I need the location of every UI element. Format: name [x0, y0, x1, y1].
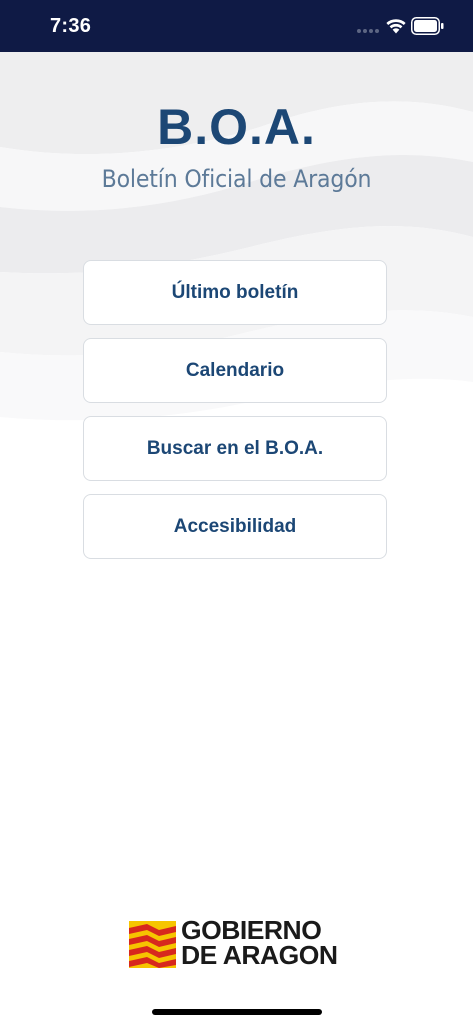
app-screen: 7:36 B.O.A. Boletín Oficial de Aragón Úl… — [0, 0, 473, 1024]
calendar-button[interactable]: Calendario — [83, 338, 387, 403]
status-time: 7:36 — [50, 15, 92, 37]
gobierno-aragon-logo: GOBIERNO DE ARAGON — [129, 917, 349, 970]
gobierno-aragon-wordmark: GOBIERNO DE ARAGON — [181, 917, 338, 970]
wifi-icon — [386, 19, 406, 34]
cellular-signal-icon — [357, 29, 381, 35]
aragon-flag-icon — [129, 921, 176, 968]
search-boa-button[interactable]: Buscar en el B.O.A. — [83, 416, 387, 481]
battery-icon — [411, 17, 444, 35]
main-menu: Último boletín Calendario Buscar en el B… — [83, 260, 389, 572]
app-title: B.O.A. — [157, 99, 316, 155]
latest-bulletin-button[interactable]: Último boletín — [83, 260, 387, 325]
status-bar: 7:36 — [0, 0, 473, 52]
logo-line-2: DE ARAGON — [181, 940, 338, 970]
app-subtitle: Boletín Oficial de Aragón — [101, 165, 372, 193]
accessibility-button[interactable]: Accesibilidad — [83, 494, 387, 559]
home-indicator[interactable] — [152, 1009, 322, 1015]
